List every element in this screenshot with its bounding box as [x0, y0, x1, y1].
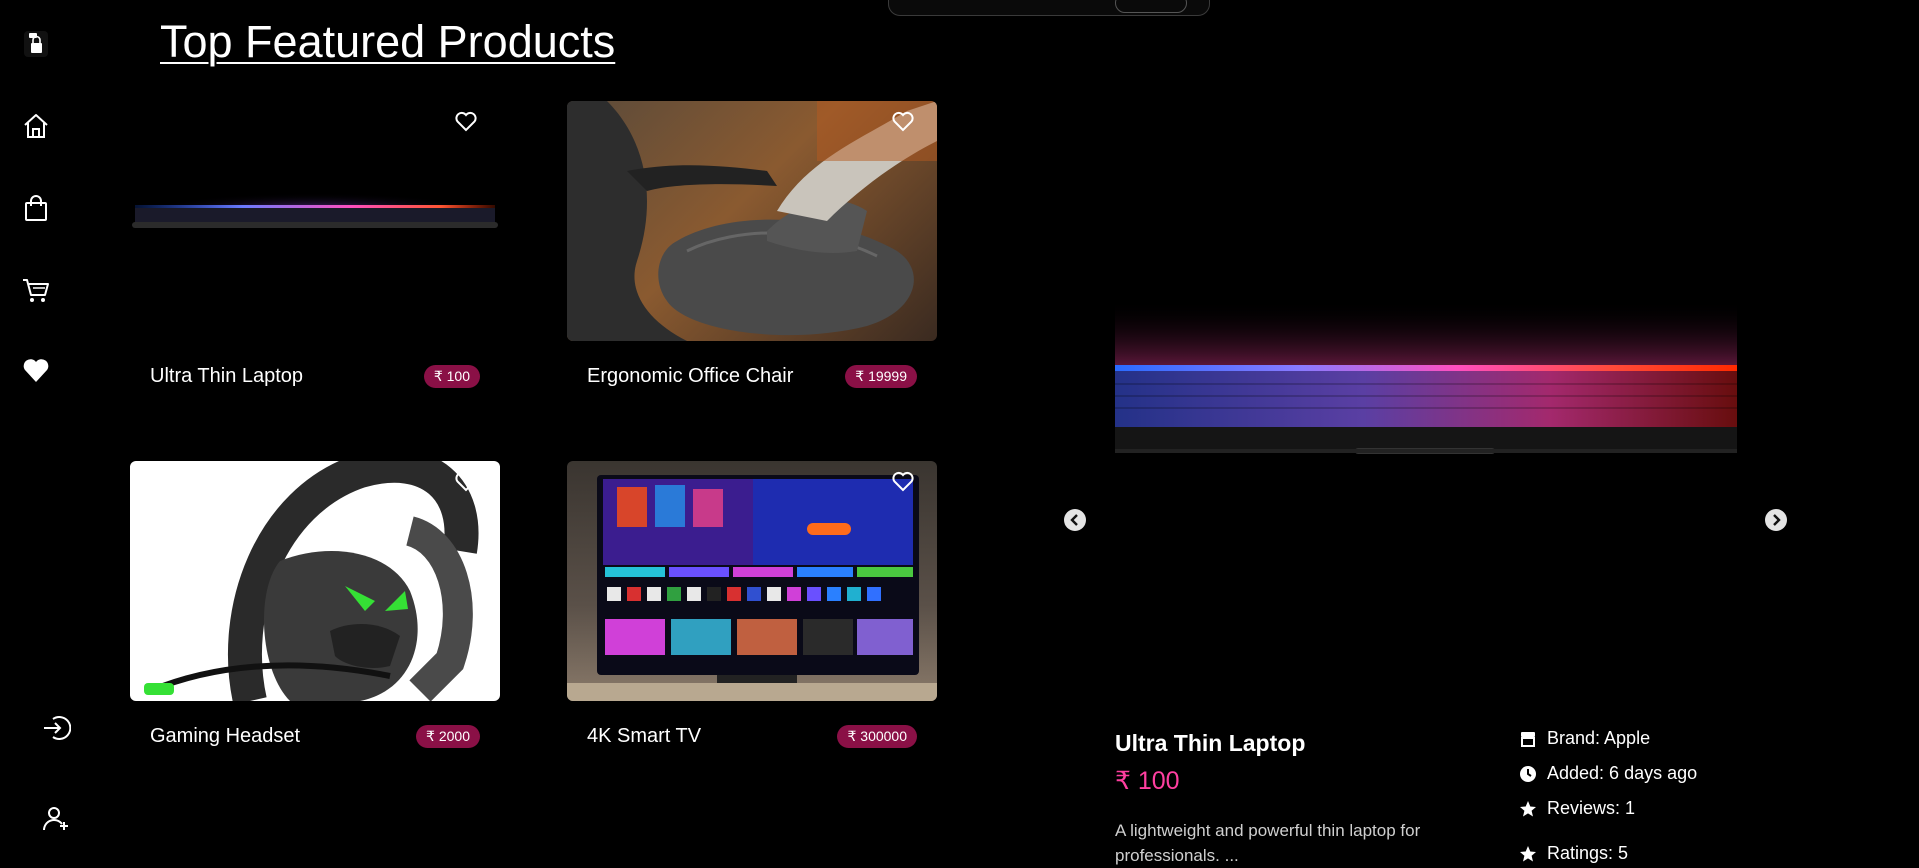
- reviews-info: Reviews: 1: [1519, 798, 1635, 819]
- product-image-laptop[interactable]: [130, 101, 500, 341]
- login-icon[interactable]: [38, 710, 74, 746]
- carousel-next-button[interactable]: [1765, 509, 1787, 531]
- shopping-bag-icon[interactable]: [18, 190, 54, 226]
- product-image-tv[interactable]: [567, 461, 937, 701]
- featured-product-price: ₹ 100: [1115, 767, 1180, 795]
- product-name[interactable]: Ultra Thin Laptop: [150, 365, 303, 388]
- favorite-icon[interactable]: [891, 109, 915, 133]
- ratings-info: Ratings: 5: [1519, 843, 1628, 864]
- top-search-button[interactable]: [1115, 0, 1187, 13]
- price-badge: ₹ 100: [423, 365, 480, 388]
- logo-icon[interactable]: [18, 26, 54, 62]
- store-icon: [1521, 731, 1535, 747]
- chevron-left-icon: [1070, 514, 1078, 526]
- product-name[interactable]: 4K Smart TV: [587, 725, 701, 748]
- carousel-prev-button[interactable]: [1064, 509, 1086, 531]
- brand-label: Brand: Apple: [1547, 728, 1651, 748]
- featured-product-description: A lightweight and powerful thin laptop f…: [1115, 821, 1421, 865]
- product-name[interactable]: Gaming Headset: [150, 725, 300, 748]
- reviews-label: Reviews: 1: [1547, 798, 1636, 818]
- product-card[interactable]: Gaming Headset ₹ 2000: [130, 461, 500, 748]
- product-image-chair[interactable]: [567, 101, 937, 341]
- chevron-right-icon: [1773, 514, 1781, 526]
- added-label: Added: 6 days ago: [1547, 763, 1698, 783]
- home-icon[interactable]: [18, 108, 54, 144]
- product-name[interactable]: Ergonomic Office Chair: [587, 365, 793, 388]
- favorite-icon[interactable]: [891, 469, 915, 493]
- added-info: Added: 6 days ago: [1519, 763, 1697, 784]
- price-badge: ₹ 300000: [837, 725, 917, 748]
- clock-icon: [1520, 765, 1536, 782]
- user-add-icon[interactable]: [38, 800, 74, 836]
- product-card[interactable]: 4K Smart TV ₹ 300000: [567, 461, 937, 748]
- product-image-headset[interactable]: [130, 461, 500, 701]
- brand-info: Brand: Apple: [1519, 728, 1650, 749]
- star-icon: [1520, 800, 1536, 816]
- page-title: Top Featured Products: [160, 16, 616, 67]
- favorite-icon[interactable]: [454, 469, 478, 493]
- favorite-icon[interactable]: [454, 109, 478, 133]
- price-badge: ₹ 2000: [416, 725, 480, 748]
- top-search-bar[interactable]: [888, 0, 1210, 16]
- product-card[interactable]: Ergonomic Office Chair ₹ 19999: [567, 101, 937, 388]
- cart-icon[interactable]: [18, 272, 54, 308]
- featured-product-name: Ultra Thin Laptop: [1115, 730, 1306, 756]
- product-card[interactable]: Ultra Thin Laptop ₹ 100: [130, 101, 500, 388]
- price-badge: ₹ 19999: [845, 365, 917, 388]
- sidebar: [0, 0, 80, 866]
- ratings-label: Ratings: 5: [1547, 843, 1629, 863]
- heart-icon[interactable]: [18, 352, 54, 388]
- star-icon: [1520, 845, 1536, 861]
- featured-image[interactable]: [1115, 300, 1737, 480]
